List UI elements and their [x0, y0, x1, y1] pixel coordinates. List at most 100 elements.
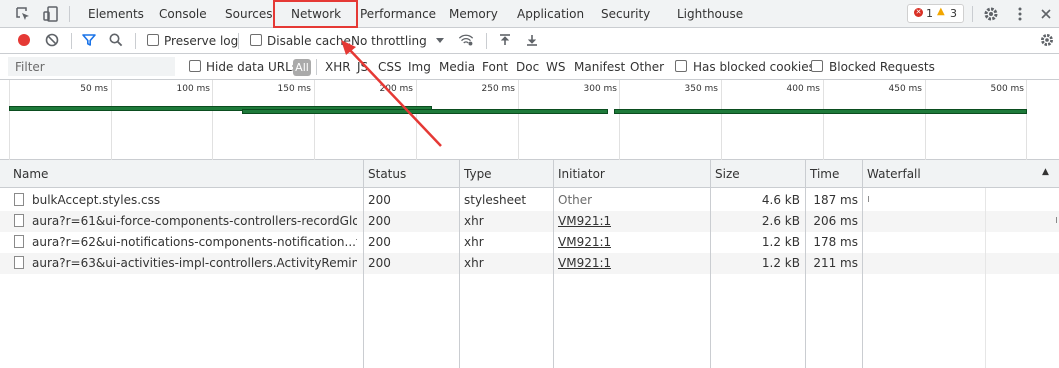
filter-input[interactable]	[8, 57, 175, 76]
record-icon[interactable]	[16, 32, 32, 48]
chevron-down-icon[interactable]	[434, 34, 446, 46]
warning-icon: ▲	[937, 6, 945, 17]
column-header-initiator[interactable]: Initiator	[558, 167, 605, 181]
settings-gear-icon[interactable]	[982, 5, 1000, 23]
request-time: 187 ms	[813, 193, 858, 207]
filter-type-manifest[interactable]: Manifest	[574, 60, 625, 74]
request-size: 1.2 kB	[761, 256, 800, 270]
column-divider[interactable]	[710, 160, 711, 368]
filter-type-media[interactable]: Media	[439, 60, 475, 74]
hide-data-urls-checkbox[interactable]	[189, 60, 201, 72]
issues-badge[interactable]: ✕ 1 ▲ 3	[907, 4, 964, 23]
tab-sources[interactable]: Sources	[225, 7, 272, 21]
overview-request-bar	[242, 109, 608, 114]
disable-cache-label[interactable]: Disable cache	[267, 34, 351, 48]
filter-type-js[interactable]: JS	[357, 60, 368, 74]
column-divider[interactable]	[862, 160, 863, 368]
filter-type-doc[interactable]: Doc	[516, 60, 539, 74]
export-har-icon[interactable]	[524, 32, 540, 48]
tab-lighthouse[interactable]: Lighthouse	[677, 7, 743, 21]
overview-tick-label: 350 ms	[684, 84, 719, 94]
blocked-requests-label[interactable]: Blocked Requests	[829, 60, 935, 74]
column-header-type[interactable]: Type	[464, 167, 492, 181]
overview-tick-label: 50 ms	[80, 84, 108, 94]
request-status: 200	[368, 235, 391, 249]
column-header-size[interactable]: Size	[715, 167, 740, 181]
tab-performance[interactable]: Performance	[360, 7, 436, 21]
request-type: xhr	[464, 235, 484, 249]
request-name[interactable]: aura?r=63&ui-activities-impl-controllers…	[32, 256, 357, 270]
tab-application[interactable]: Application	[517, 7, 584, 21]
tab-elements[interactable]: Elements	[88, 7, 144, 21]
request-initiator-link[interactable]: VM921:1	[558, 256, 611, 270]
more-options-icon[interactable]	[1011, 5, 1029, 23]
filter-type-css[interactable]: CSS	[378, 60, 402, 74]
preserve-log-label[interactable]: Preserve log	[164, 34, 238, 48]
search-icon[interactable]	[108, 32, 124, 48]
tab-console[interactable]: Console	[159, 7, 207, 21]
blocked-requests-checkbox[interactable]	[811, 60, 823, 72]
filter-type-other[interactable]: Other	[630, 60, 664, 74]
request-status: 200	[368, 214, 391, 228]
file-icon	[14, 193, 24, 206]
overview-gridline	[416, 80, 417, 160]
overview-tick-label: 300 ms	[583, 84, 618, 94]
toolbar-separator	[238, 33, 239, 49]
tab-memory[interactable]: Memory	[449, 7, 498, 21]
network-settings-gear-icon[interactable]	[1039, 32, 1055, 48]
overview-gridline	[619, 80, 620, 160]
table-row[interactable]: aura?r=62&ui-notifications-components-no…	[0, 232, 1059, 253]
filter-type-all[interactable]: All	[293, 59, 311, 76]
filter-type-img[interactable]: Img	[408, 60, 431, 74]
column-header-name[interactable]: Name	[13, 167, 48, 181]
clear-icon[interactable]	[44, 32, 60, 48]
overview-gridline	[212, 80, 213, 160]
request-type: xhr	[464, 256, 484, 270]
column-header-waterfall[interactable]: Waterfall	[867, 167, 921, 181]
column-divider[interactable]	[553, 160, 554, 368]
throttling-select[interactable]: No throttling	[351, 34, 427, 48]
overview-tick-label: 400 ms	[786, 84, 821, 94]
error-icon: ✕	[914, 8, 923, 17]
request-initiator-link[interactable]: VM921:1	[558, 214, 611, 228]
table-row[interactable]: aura?r=63&ui-activities-impl-controllers…	[0, 253, 1059, 274]
request-initiator: Other	[558, 193, 593, 207]
filter-type-font[interactable]: Font	[482, 60, 508, 74]
column-header-time[interactable]: Time	[810, 167, 839, 181]
table-row[interactable]: aura?r=61&ui-force-components-controller…	[0, 211, 1059, 232]
sort-ascending-icon[interactable]: ▲	[1042, 167, 1049, 177]
close-devtools-icon[interactable]	[1037, 5, 1055, 23]
filter-type-xhr[interactable]: XHR	[325, 60, 351, 74]
request-name[interactable]: aura?r=61&ui-force-components-controller…	[32, 214, 357, 228]
overview-gridline	[518, 80, 519, 160]
device-toolbar-icon[interactable]	[42, 5, 60, 23]
filter-type-ws[interactable]: WS	[546, 60, 565, 74]
request-initiator-link[interactable]: VM921:1	[558, 235, 611, 249]
table-row[interactable]: bulkAccept.styles.css 200 stylesheet Oth…	[0, 190, 1059, 211]
column-header-status[interactable]: Status	[368, 167, 406, 181]
overview-gridline	[823, 80, 824, 160]
table-header: Name Status Type Initiator Size Time Wat…	[0, 160, 1059, 188]
toolbar-separator	[486, 33, 487, 49]
network-conditions-icon[interactable]	[458, 32, 474, 48]
request-status: 200	[368, 256, 391, 270]
filter-icon[interactable]	[81, 32, 97, 48]
has-blocked-cookies-label[interactable]: Has blocked cookies	[693, 60, 815, 74]
inspect-element-icon[interactable]	[14, 5, 32, 23]
hide-data-urls-label[interactable]: Hide data URLs	[206, 60, 298, 74]
disable-cache-checkbox[interactable]	[250, 34, 262, 46]
waterfall-bar	[868, 196, 869, 202]
request-name[interactable]: aura?r=62&ui-notifications-components-no…	[32, 235, 357, 249]
has-blocked-cookies-checkbox[interactable]	[675, 60, 687, 72]
tab-separator	[972, 6, 973, 22]
column-divider[interactable]	[459, 160, 460, 368]
request-name[interactable]: bulkAccept.styles.css	[32, 193, 357, 207]
overview-gridline	[111, 80, 112, 160]
tab-security[interactable]: Security	[601, 7, 650, 21]
network-overview[interactable]: 50 ms 100 ms 150 ms 200 ms 250 ms 300 ms…	[0, 80, 1059, 160]
request-size: 2.6 kB	[761, 214, 800, 228]
import-har-icon[interactable]	[497, 32, 513, 48]
preserve-log-checkbox[interactable]	[147, 34, 159, 46]
column-divider[interactable]	[805, 160, 806, 368]
column-divider[interactable]	[363, 160, 364, 368]
